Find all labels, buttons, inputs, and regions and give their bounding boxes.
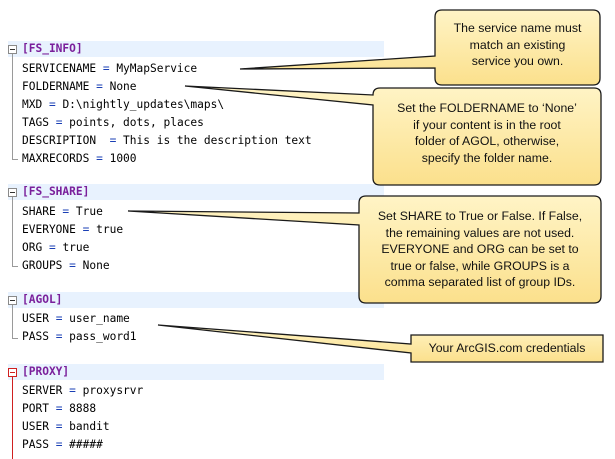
code-line-pass: PASS = pass_word1 [22, 330, 137, 343]
code-line-share: SHARE = True [22, 205, 103, 218]
fold-guide-end [12, 338, 18, 339]
code-line-org: ORG = true [22, 241, 90, 254]
fold-guide-end [12, 266, 18, 267]
code-line-server: SERVER = proxysrvr [22, 384, 144, 397]
code-line-user: USER = user_name [22, 312, 130, 325]
code-line-user: USER = bandit [22, 420, 110, 433]
callout-foldername: Set the FOLDERNAME to ‘None’ if your con… [397, 101, 577, 165]
fold-toggle-icon[interactable] [8, 45, 17, 54]
section-header-fs-info: [FS_INFO] [22, 42, 83, 55]
section-header-fs-share: [FS_SHARE] [22, 185, 90, 198]
fold-guide-line [12, 54, 13, 159]
section-header-proxy: [PROXY] [22, 365, 70, 378]
fold-guide-line [12, 197, 13, 266]
code-line-foldername: FOLDERNAME = None [22, 80, 137, 93]
fold-guide-end [12, 159, 18, 160]
fold-guide-line [12, 377, 13, 459]
callout-share: Set SHARE to True or False. If False, th… [377, 209, 583, 289]
code-line-tags: TAGS = points, dots, places [22, 116, 204, 129]
section-header-highlight [8, 292, 384, 308]
callout-servicename: The service name must match an existing … [453, 21, 582, 68]
fold-toggle-icon[interactable] [8, 368, 17, 377]
section-header-agol: [AGOL] [22, 293, 63, 306]
fold-guide-line [12, 305, 13, 338]
code-line-maxrecords: MAXRECORDS = 1000 [22, 152, 137, 165]
code-line-port: PORT = 8888 [22, 402, 97, 415]
code-line-pass: PASS = ##### [22, 438, 103, 451]
code-line-mxd: MXD = D:\nightly_updates\maps\ [22, 98, 225, 111]
fold-toggle-icon[interactable] [8, 296, 17, 305]
fold-toggle-icon[interactable] [8, 188, 17, 197]
code-line-description: DESCRIPTION = This is the description te… [22, 134, 312, 147]
callout-credentials: Your ArcGIS.com credentials [428, 341, 586, 355]
code-line-everyone: EVERYONE = true [22, 223, 124, 236]
code-line-groups: GROUPS = None [22, 259, 110, 272]
code-line-servicename: SERVICENAME = MyMapService [22, 62, 198, 75]
